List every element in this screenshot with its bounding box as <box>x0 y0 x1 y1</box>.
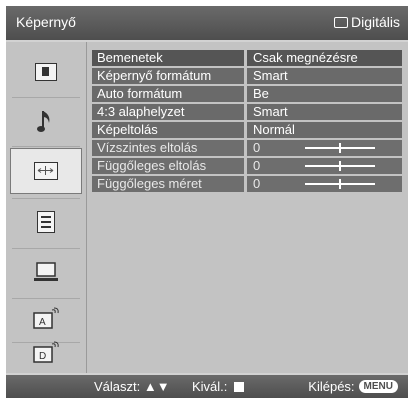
down-arrow-icon: ▼ <box>156 379 170 394</box>
menu-row-inputs[interactable]: Bemenetek Csak megnézésre <box>92 50 402 66</box>
vertical-shift-slider[interactable] <box>305 161 375 171</box>
sidebar-item-screen[interactable] <box>10 148 82 194</box>
menu-row-picture-shift[interactable]: Képeltolás Normál <box>92 122 402 138</box>
svg-text:A: A <box>39 317 46 328</box>
screen-icon <box>34 162 58 180</box>
menu-row-4-3-default[interactable]: 4:3 alaphelyzet Smart <box>92 104 402 120</box>
enter-hint: Kivál.: <box>192 379 245 394</box>
analog-setup-icon: A <box>33 307 59 329</box>
menu-row-vertical-size[interactable]: Függőleges méret 0 <box>92 176 402 192</box>
enter-hint-label: Kivál.: <box>192 379 228 394</box>
horizontal-shift-slider[interactable] <box>305 143 375 153</box>
settings-menu: Bemenetek Csak megnézésre Képernyő formá… <box>92 50 402 194</box>
menu-row-horizontal-shift[interactable]: Vízszintes eltolás 0 <box>92 140 402 156</box>
sidebar: A D <box>6 42 87 373</box>
sidebar-item-digital-setup[interactable]: D <box>10 332 82 376</box>
menu-row-label: Képeltolás <box>92 122 244 138</box>
up-arrow-icon: ▲ <box>143 379 157 394</box>
menu-key-icon: MENU <box>358 380 398 393</box>
menu-row-screen-format[interactable]: Képernyő formátum Smart <box>92 68 402 84</box>
svg-text:D: D <box>39 351 46 362</box>
menu-row-label: Bemenetek <box>92 50 244 66</box>
menu-row-value-cell: 0 <box>247 176 402 192</box>
pc-icon <box>34 262 58 281</box>
picture-icon <box>35 63 57 81</box>
exit-hint: Kilépés: MENU <box>308 379 398 394</box>
exit-hint-label: Kilépés: <box>308 379 355 394</box>
enter-key-icon <box>234 382 245 392</box>
sidebar-item-picture[interactable] <box>10 50 82 94</box>
menu-row-value: Be <box>247 86 402 102</box>
menu-row-value: Smart <box>247 104 402 120</box>
tv-icon <box>333 16 348 28</box>
menu-row-value: 0 <box>253 140 261 155</box>
sidebar-item-settings[interactable] <box>10 200 82 244</box>
tv-menu-screen: Képernyő Digitális A D Bemenetek Csak me… <box>6 6 408 398</box>
menu-row-value: 0 <box>253 158 261 173</box>
menu-row-label: 4:3 alaphelyzet <box>92 104 244 120</box>
sidebar-item-sound[interactable] <box>10 100 82 144</box>
title-bar: Képernyő Digitális <box>6 6 408 40</box>
menu-row-label: Auto formátum <box>92 86 244 102</box>
footer-hints: Választ: ▲▼ Kivál.: Kilépés: MENU <box>6 375 408 398</box>
menu-row-value-cell: 0 <box>247 140 402 156</box>
sound-icon <box>37 111 50 132</box>
menu-row-label: Képernyő formátum <box>92 68 244 84</box>
digital-setup-icon: D <box>33 341 59 363</box>
menu-body: A D Bemenetek Csak megnézésre Képernyő f… <box>6 42 408 373</box>
slider-knob[interactable] <box>339 179 341 189</box>
menu-row-value-cell: 0 <box>247 158 402 174</box>
menu-row-auto-format[interactable]: Auto formátum Be <box>92 86 402 102</box>
menu-row-vertical-shift[interactable]: Függőleges eltolás 0 <box>92 158 402 174</box>
input-source-label: Digitális <box>350 14 400 30</box>
page-title: Képernyő <box>16 14 76 30</box>
menu-row-value: Smart <box>247 68 402 84</box>
menu-row-label: Függőleges méret <box>92 176 244 192</box>
menu-row-value: 0 <box>253 176 261 191</box>
menu-row-value: Normál <box>247 122 402 138</box>
select-hint-label: Választ: <box>94 379 141 394</box>
sidebar-item-pc[interactable] <box>10 250 82 294</box>
menu-row-value: Csak megnézésre <box>247 50 402 66</box>
slider-knob[interactable] <box>339 161 341 171</box>
slider-knob[interactable] <box>339 143 341 153</box>
input-source: Digitális <box>333 14 400 30</box>
select-hint: Választ: ▲▼ <box>94 379 170 394</box>
settings-list-icon <box>37 211 55 233</box>
menu-row-label: Vízszintes eltolás <box>92 140 244 156</box>
vertical-size-slider[interactable] <box>305 179 375 189</box>
menu-row-label: Függőleges eltolás <box>92 158 244 174</box>
